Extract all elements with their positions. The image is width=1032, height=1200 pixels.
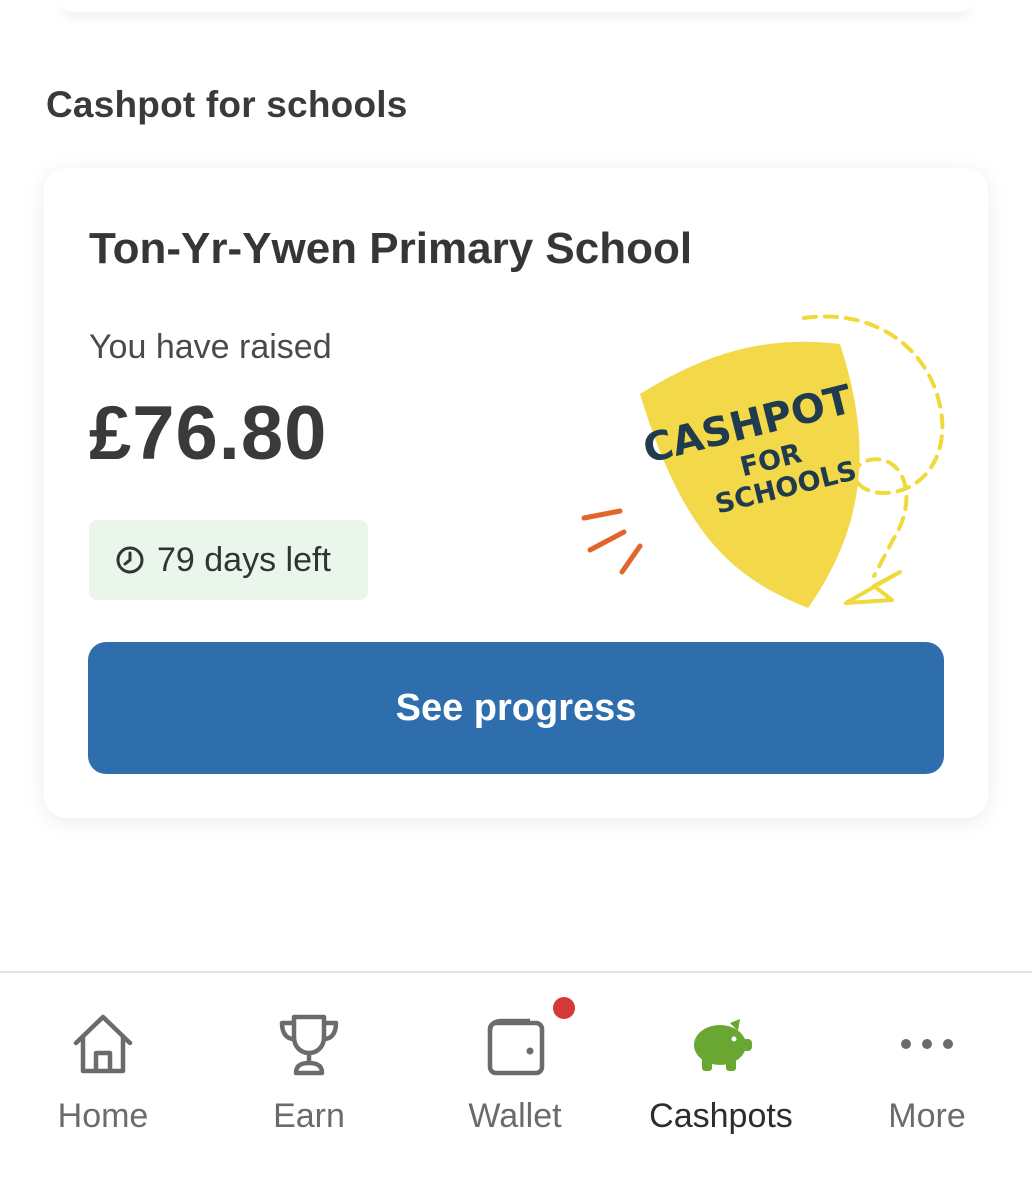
- tab-cashpots[interactable]: Cashpots: [618, 973, 824, 1153]
- tab-home[interactable]: Home: [0, 973, 206, 1153]
- wallet-notification-dot: [553, 997, 575, 1019]
- days-left-text: 79 days left: [157, 540, 331, 579]
- section-title: Cashpot for schools: [46, 84, 408, 125]
- trophy-icon: [279, 1014, 339, 1076]
- clock-icon: [116, 546, 144, 574]
- home-icon: [73, 1014, 133, 1074]
- school-cashpot-card: Ton-Yr-Ywen Primary School You have rais…: [44, 168, 988, 818]
- tab-earn-label: Earn: [273, 1097, 345, 1135]
- tab-home-label: Home: [57, 1097, 149, 1135]
- tab-wallet[interactable]: Wallet: [412, 973, 618, 1153]
- see-progress-button[interactable]: See progress: [88, 642, 944, 774]
- cashpot-for-schools-logo: CASHPOT FOR SCHOOLS: [581, 314, 945, 608]
- tab-more-label: More: [888, 1097, 966, 1135]
- tab-wallet-label: Wallet: [468, 1097, 562, 1135]
- more-icon: [901, 1039, 953, 1049]
- days-left-badge: 79 days left: [89, 520, 368, 600]
- tab-earn[interactable]: Earn: [206, 973, 412, 1153]
- tab-more[interactable]: More: [824, 973, 1030, 1153]
- wallet-icon: [487, 1018, 545, 1076]
- school-name: Ton-Yr-Ywen Primary School: [89, 224, 693, 273]
- raised-amount: £76.80: [89, 391, 328, 476]
- tab-cashpots-label: Cashpots: [649, 1097, 793, 1135]
- previous-card-edge: [60, 0, 972, 12]
- raised-label: You have raised: [89, 328, 332, 366]
- piggy-bank-icon: [694, 1019, 752, 1071]
- bottom-tab-bar: Home Earn Wallet Cashpots More: [0, 971, 1032, 1200]
